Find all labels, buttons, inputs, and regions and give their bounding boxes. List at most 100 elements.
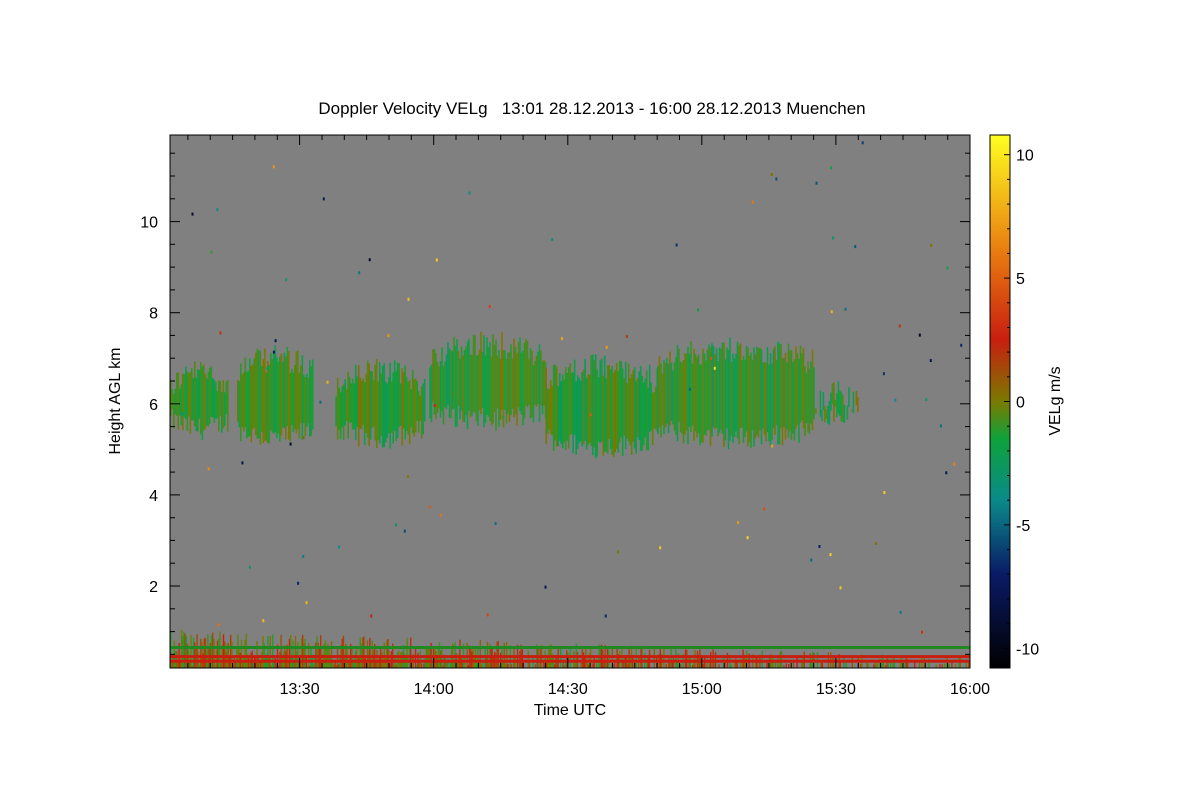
cloud-streak (487, 347, 490, 417)
chart: Doppler Velocity VELg 13:01 28.12.2013 -… (107, 99, 1064, 719)
speckle (216, 208, 219, 212)
cloud-streak (267, 361, 269, 444)
cloud-streak (576, 375, 579, 450)
cloud-streak (808, 368, 811, 435)
boundary-streak (574, 662, 576, 668)
cloud-streak (561, 374, 564, 449)
boundary-streak (375, 662, 377, 668)
boundary-streak (514, 657, 516, 668)
colorbar-label: VELg m/s (1047, 366, 1064, 435)
speckle (297, 581, 300, 585)
boundary-streak (285, 650, 287, 668)
cloud-streak (525, 339, 527, 406)
cloud-streak (694, 354, 697, 432)
boundary-streak (316, 636, 318, 668)
speckle (960, 343, 963, 347)
colorbar-tick-label: -5 (1016, 518, 1030, 535)
cloud-streak (549, 380, 552, 434)
cloud-streak (414, 378, 417, 433)
cloud-streak (501, 332, 503, 410)
cloud-streak (520, 352, 523, 415)
speckle (874, 542, 877, 545)
boundary-streak (333, 664, 335, 668)
boundary-streak (669, 663, 671, 668)
cloud-streak (448, 348, 451, 418)
boundary-streak (566, 650, 568, 668)
cloud-streak (618, 360, 621, 443)
cloud-streak (224, 392, 226, 426)
boundary-streak (496, 641, 498, 668)
cloud-streak (484, 355, 487, 424)
cloud-streak (435, 353, 437, 419)
boundary-streak (194, 642, 196, 668)
cloud-streak (523, 342, 526, 419)
cloud-streak (456, 339, 458, 427)
speckle (746, 536, 749, 540)
speckle (854, 245, 857, 249)
boundary-streak (528, 663, 531, 668)
speckle (830, 166, 832, 170)
speckle (751, 200, 754, 204)
cloud-streak (543, 360, 545, 406)
cloud-streak (207, 371, 210, 427)
cloud-streak (670, 362, 673, 421)
colorbar-tick-label: 10 (1016, 148, 1034, 165)
cloud-streak (244, 357, 247, 428)
cloud-streak (356, 376, 358, 427)
boundary-streak (174, 650, 177, 668)
cloud-streak (307, 377, 310, 424)
boundary-streak (939, 664, 941, 668)
cloud-streak (718, 347, 721, 433)
cloud-streak (658, 356, 661, 428)
boundary-streak (338, 664, 340, 668)
speckle (305, 601, 308, 605)
cloud-streak (216, 391, 219, 419)
cloud-streak (483, 335, 485, 428)
boundary-streak (684, 649, 687, 668)
cloud-streak (462, 355, 464, 423)
boundary-streak (351, 648, 353, 668)
cloud-streak (362, 378, 364, 426)
cloud-streak (179, 388, 181, 416)
boundary-streak (368, 650, 370, 668)
boundary-streak (761, 650, 763, 668)
cloud-streak (554, 365, 556, 441)
boundary-streak (453, 662, 455, 668)
cloud-streak (756, 346, 758, 436)
boundary-streak (297, 641, 299, 668)
boundary-streak (215, 650, 217, 668)
cloud-streak (392, 372, 394, 444)
cloud-streak (271, 359, 274, 433)
cloud-streak (673, 362, 676, 431)
cloud-streak (666, 357, 668, 424)
cloud-streak (602, 375, 604, 456)
cloud-streak (380, 373, 382, 436)
cloud-streak (183, 374, 186, 418)
cloud-streak (280, 353, 283, 436)
speckle (370, 614, 373, 618)
boundary-streak (518, 662, 520, 668)
cloud-streak (822, 392, 825, 410)
cloud-streak (590, 355, 592, 447)
speckle (737, 521, 739, 525)
cloud-streak (210, 366, 213, 417)
cloud-streak (173, 393, 175, 429)
cloud-streak (831, 383, 834, 405)
boundary-streak (371, 640, 373, 668)
boundary-streak (418, 662, 420, 668)
boundary-streak (304, 639, 306, 668)
colorbar-tick-label: 5 (1016, 271, 1025, 288)
cloud-streak (368, 363, 370, 446)
x-tick-label: 14:30 (548, 681, 588, 698)
cloud-streak (504, 350, 506, 411)
cloud-streak (436, 362, 439, 413)
cloud-streak (511, 358, 514, 409)
cloud-streak (846, 405, 849, 420)
boundary-streak (440, 650, 442, 668)
cloud-streak (505, 358, 508, 424)
cloud-streak (790, 350, 793, 441)
boundary-streak (959, 658, 961, 668)
cloud-streak (474, 335, 476, 413)
cloud-streak (294, 364, 296, 429)
cloud-streak (386, 383, 388, 439)
